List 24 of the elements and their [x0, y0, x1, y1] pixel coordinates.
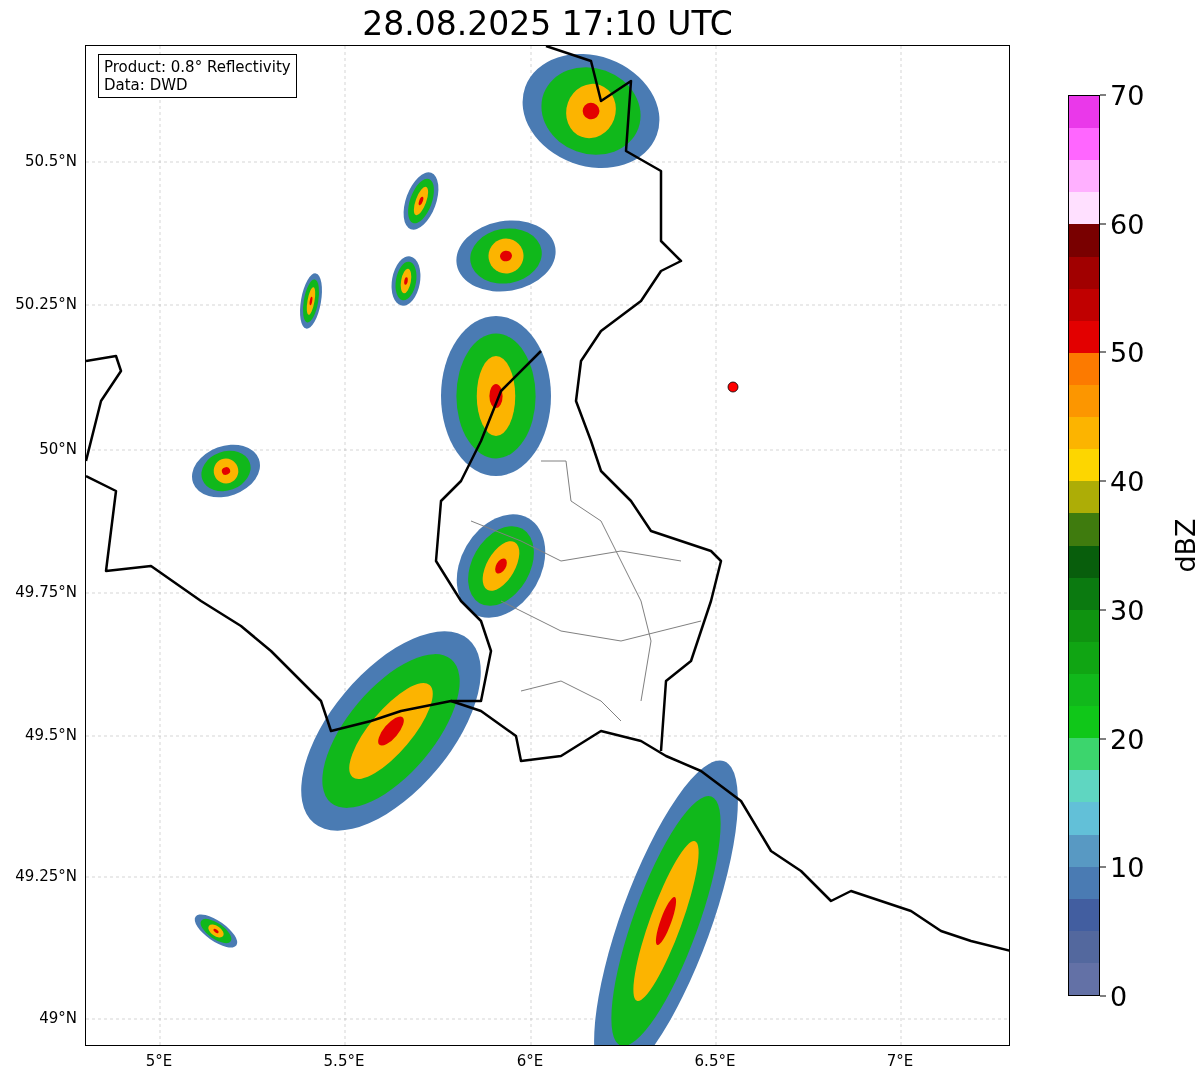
longitude-label: 6°E — [516, 1052, 544, 1070]
latitude-label: 49.5°N — [24, 726, 77, 744]
latitude-label: 50.5°N — [24, 152, 77, 170]
longitude-label: 5°E — [145, 1052, 173, 1070]
colorbar-tick-label: 30 — [1100, 594, 1145, 626]
latitude-label: 49°N — [39, 1009, 77, 1027]
longitude-label: 6.5°E — [694, 1052, 736, 1070]
colorbar-tick-label: 70 — [1100, 79, 1145, 111]
latitude-label: 50°N — [39, 440, 77, 458]
info-text: Data: DWD — [104, 76, 189, 94]
colorbar-tick-label: 40 — [1100, 465, 1145, 497]
colorbar-tick-label: 60 — [1100, 208, 1145, 240]
colorbar-tick-label: 50 — [1100, 336, 1145, 368]
chart-title: 28.08.2025 17:10 UTC — [361, 3, 734, 45]
longitude-label: 7°E — [886, 1052, 914, 1070]
latitude-label: 49.75°N — [15, 583, 77, 601]
colorbar-label: dBZ — [1169, 518, 1201, 573]
colorbar-tick-label: 20 — [1100, 723, 1145, 755]
info-text: Product: 0.8° Reflectivity — [104, 58, 291, 76]
latitude-label: 50.25°N — [15, 295, 77, 313]
colorbar-tick-label: 0 — [1100, 980, 1128, 1012]
colorbar-tick-label: 10 — [1100, 851, 1145, 883]
longitude-label: 5.5°E — [323, 1052, 365, 1070]
latitude-label: 49.25°N — [15, 867, 77, 885]
